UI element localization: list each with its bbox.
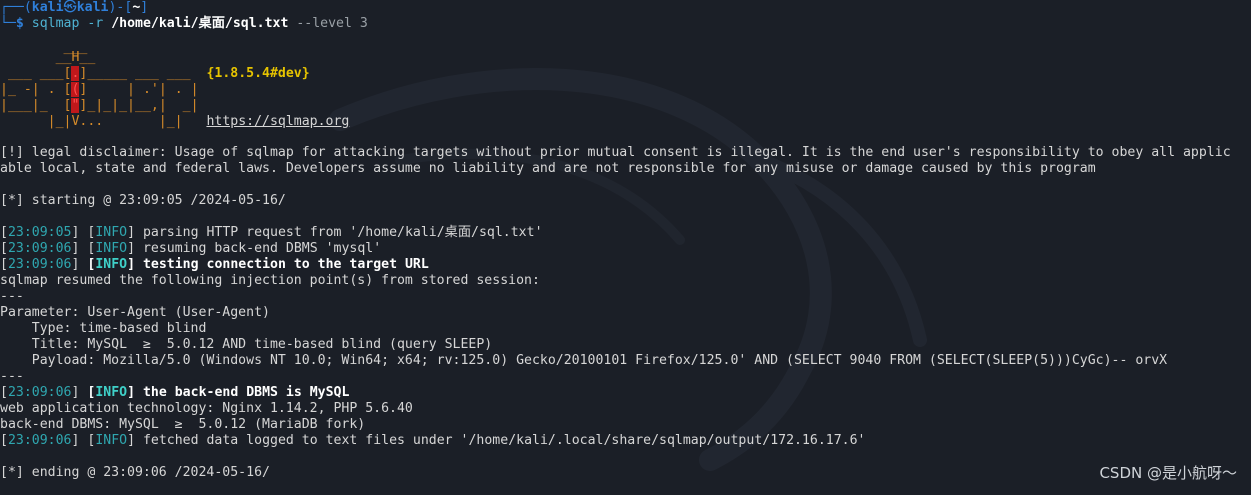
prompt-line-1: ┌──(kali㉿kali)-[~] xyxy=(0,0,149,15)
banner-part: ]_|_|_|__,| _| xyxy=(79,98,199,113)
log-tag: INFO xyxy=(95,225,128,240)
starting-line: [*] starting @ 23:09:05 /2024-05-16/ xyxy=(0,193,286,208)
log-time: 23:09:06 xyxy=(7,257,72,272)
log-tag: INFO xyxy=(95,257,128,272)
log-line-3: [23:09:06] [INFO] testing connection to … xyxy=(0,257,429,272)
log-tag: INFO xyxy=(95,241,128,256)
log-line-4: [23:09:06] [INFO] the back-end DBMS is M… xyxy=(0,385,350,400)
ending-line: [*] ending @ 23:09:06 /2024-05-16/ xyxy=(0,465,270,480)
log-tag: INFO xyxy=(95,433,128,448)
disclaimer-line-2: able local, state and federal laws. Deve… xyxy=(0,161,1096,176)
banner-line-6: |_|V... |_| https://sqlmap.org xyxy=(0,114,350,130)
version-label: {1.8.5.4#dev} xyxy=(206,66,310,81)
banner-line-5: |___|_ ["]_|_|_|__,| _| xyxy=(0,98,199,114)
log-message: fetched data logged to text files under … xyxy=(135,433,866,448)
parameter-line: Parameter: User-Agent (User-Agent) xyxy=(0,305,270,320)
log-message: testing connection to the target URL xyxy=(135,257,429,272)
log-message: parsing HTTP request from '/home/kali/桌面… xyxy=(135,225,543,240)
log-message: resuming back-end DBMS 'mysql' xyxy=(135,241,382,256)
type-line: Type: time-based blind xyxy=(0,321,207,336)
banner-part: |_|V... |_| xyxy=(0,114,207,129)
banner-line-4: |_ -| . [(] | .'| . | xyxy=(0,82,199,98)
separator-line: --- xyxy=(0,289,24,304)
command-flags: --level 3 xyxy=(288,16,368,31)
log-time: 23:09:05 xyxy=(7,225,72,240)
csdn-watermark: CSDN @是小航呀～ xyxy=(1099,464,1237,482)
banner-part: |___|_ [ xyxy=(0,98,72,113)
terminal-window[interactable]: ┌──(kali㉿kali)-[~] └─$ sqlmap -r /home/k… xyxy=(0,0,1251,495)
banner-part: |_ -| . [ xyxy=(0,82,72,97)
command-line[interactable]: └─$ sqlmap -r /home/kali/桌面/sql.txt --le… xyxy=(0,16,368,32)
log-line-5: [23:09:06] [INFO] fetched data logged to… xyxy=(0,433,866,448)
log-time: 23:09:06 xyxy=(7,433,72,448)
log-line-2: [23:09:06] [INFO] resuming back-end DBMS… xyxy=(0,241,382,256)
log-time: 23:09:06 xyxy=(7,385,72,400)
payload-line: Payload: Mozilla/5.0 (Windows NT 10.0; W… xyxy=(0,353,1168,368)
prompt-user: kali xyxy=(31,0,64,15)
prompt-host: kali xyxy=(76,0,109,15)
banner-part: ___ ___[ xyxy=(0,66,72,81)
banner-part: ] | .'| . | xyxy=(79,82,199,97)
resumed-line: sqlmap resumed the following injection p… xyxy=(0,273,540,288)
separator-line-2: --- xyxy=(0,369,24,384)
sqlmap-url-link[interactable]: https://sqlmap.org xyxy=(206,114,349,129)
log-tag: INFO xyxy=(95,385,128,400)
backend-line: back-end DBMS: MySQL ≥ 5.0.12 (MariaDB f… xyxy=(0,417,366,432)
banner-line-3: ___ ___[.]_____ ___ ___ {1.8.5.4#dev} xyxy=(0,66,310,82)
command-path: /home/kali/桌面/sql.txt xyxy=(111,16,289,31)
log-time: 23:09:06 xyxy=(7,241,72,256)
banner-line-2: __H__ xyxy=(0,50,96,65)
log-line-1: [23:09:05] [INFO] parsing HTTP request f… xyxy=(0,225,543,240)
log-message: the back-end DBMS is MySQL xyxy=(135,385,350,400)
command-text: sqlmap -r xyxy=(31,16,112,31)
title-line: Title: MySQL ≥ 5.0.12 AND time-based bli… xyxy=(0,337,493,352)
disclaimer-line-1: [!] legal disclaimer: Usage of sqlmap fo… xyxy=(0,145,1231,160)
webtech-line: web application technology: Nginx 1.14.2… xyxy=(0,401,413,416)
banner-part: ]_____ ___ ___ xyxy=(79,66,207,81)
prompt-at: ㉿ xyxy=(63,0,77,15)
